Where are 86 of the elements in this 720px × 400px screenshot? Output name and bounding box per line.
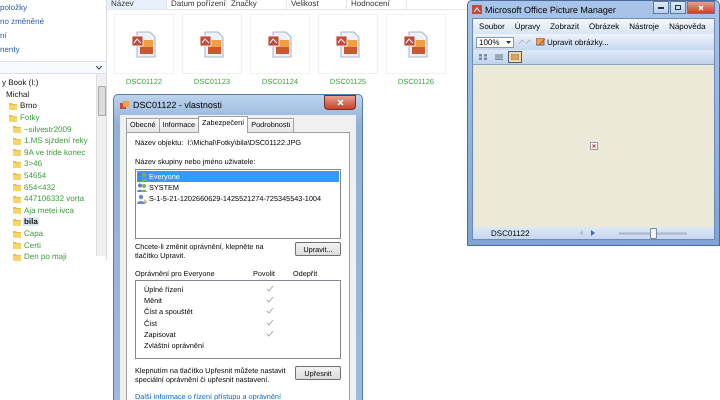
close-icon: [698, 4, 704, 10]
image-file-icon: [131, 30, 157, 58]
user-icon: [137, 194, 147, 204]
tree-item[interactable]: 54654: [23, 171, 48, 180]
folder-icon: [13, 148, 21, 156]
tree-item[interactable]: Den po maji: [23, 252, 68, 262]
tree-item[interactable]: Fotky: [19, 113, 41, 122]
menu-item[interactable]: Obrázek: [589, 22, 620, 31]
minimize-icon: [658, 6, 664, 9]
tree-item[interactable]: 9A ve tride konec: [23, 148, 86, 157]
edit-picture-icon: [536, 38, 545, 46]
image-file-icon: [120, 100, 129, 110]
chevron-icon[interactable]: [96, 66, 102, 70]
column-header[interactable]: Hodnocení: [347, 0, 407, 9]
nav-link[interactable]: položky: [0, 3, 106, 13]
status-filename: DSC01122: [491, 228, 531, 238]
maximize-icon: [675, 5, 681, 10]
image-file-icon: [403, 30, 429, 58]
folder-icon: [13, 136, 21, 145]
broken-image-icon: [590, 142, 598, 150]
folder-icon: [13, 218, 21, 226]
folder-icon: [9, 114, 17, 122]
file-thumbnail[interactable]: [250, 14, 310, 74]
folder-icon: [13, 160, 21, 168]
tree-item[interactable]: 447106332 vorta: [23, 194, 86, 204]
file-thumbnail[interactable]: [386, 14, 446, 74]
image-file-icon: [335, 30, 361, 58]
tree-item[interactable]: Capa: [23, 229, 44, 238]
single-view-icon: [511, 54, 519, 60]
minimize-button[interactable]: [653, 1, 669, 14]
folder-icon: [13, 241, 21, 250]
window-title: Microsoft Office Picture Manager: [485, 4, 617, 14]
menu-item[interactable]: Zobrazit: [550, 22, 580, 31]
zoom-dropdown[interactable]: 100%: [476, 36, 514, 48]
close-button[interactable]: [687, 1, 715, 14]
tree-item[interactable]: Michal: [5, 90, 30, 99]
close-icon: [336, 98, 344, 106]
tree-item[interactable]: y Book (I:): [1, 78, 40, 88]
tree-item[interactable]: bila: [23, 217, 39, 226]
tree-item[interactable]: 654<432: [23, 182, 56, 192]
nav-link[interactable]: ní: [0, 31, 106, 41]
filmstrip-view-icon: [495, 54, 503, 60]
column-header[interactable]: Značky: [227, 0, 287, 9]
file-thumbnail[interactable]: [114, 14, 174, 74]
tree-item[interactable]: ~silvestr2009: [23, 124, 72, 134]
view-filmstrip-button[interactable]: [492, 51, 506, 63]
slider-thumb[interactable]: [650, 228, 657, 238]
image-file-icon: [199, 30, 225, 58]
folder-icon: [13, 183, 21, 192]
menu-item[interactable]: Úpravy: [514, 22, 540, 31]
menu-item[interactable]: Nápověda: [669, 22, 706, 31]
view-thumbnails-button[interactable]: [476, 51, 490, 63]
next-icon[interactable]: [591, 230, 595, 236]
group-icon: [137, 183, 147, 192]
menu-item[interactable]: Soubor: [479, 22, 505, 31]
nav-link[interactable]: no změněné: [0, 17, 106, 27]
image-file-icon: [267, 30, 293, 58]
window-title: DSC01122 - vlastnosti: [133, 100, 223, 110]
app-icon: [472, 5, 482, 14]
column-header[interactable]: Název: [107, 0, 167, 9]
folder-icon: [13, 230, 21, 238]
column-header[interactable]: Velikost: [287, 0, 347, 9]
tree-item[interactable]: Brno: [19, 101, 38, 110]
nav-link[interactable]: nenty: [0, 45, 106, 55]
edit-pictures-button[interactable]: Upravit obrázky...: [536, 38, 609, 46]
caret-icon: [506, 40, 511, 44]
tree-item[interactable]: Aja metei ivca: [23, 206, 75, 215]
tree-item[interactable]: Certi: [23, 240, 42, 250]
thumbnails-view-icon: [479, 54, 487, 60]
column-header[interactable]: Datum pořízení: [167, 0, 227, 9]
file-thumbnail[interactable]: [182, 14, 242, 74]
maximize-button[interactable]: [670, 1, 686, 14]
menu-item[interactable]: Nástroje: [629, 22, 660, 31]
folder-icon: [13, 206, 21, 214]
view-single-button[interactable]: [508, 51, 522, 63]
file-thumbnail[interactable]: [318, 14, 378, 74]
scrollbar[interactable]: [96, 74, 106, 256]
folder-icon: [13, 252, 21, 261]
folder-icon: [13, 172, 21, 180]
folder-icon: [13, 125, 21, 134]
folder-icon: [9, 102, 17, 110]
tree-item[interactable]: 3>46: [23, 159, 44, 168]
close-button[interactable]: [324, 94, 356, 110]
tree-item[interactable]: 1.MS sjzdení reky: [23, 136, 89, 146]
group-icon: [137, 172, 147, 181]
folder-icon: [13, 194, 21, 203]
